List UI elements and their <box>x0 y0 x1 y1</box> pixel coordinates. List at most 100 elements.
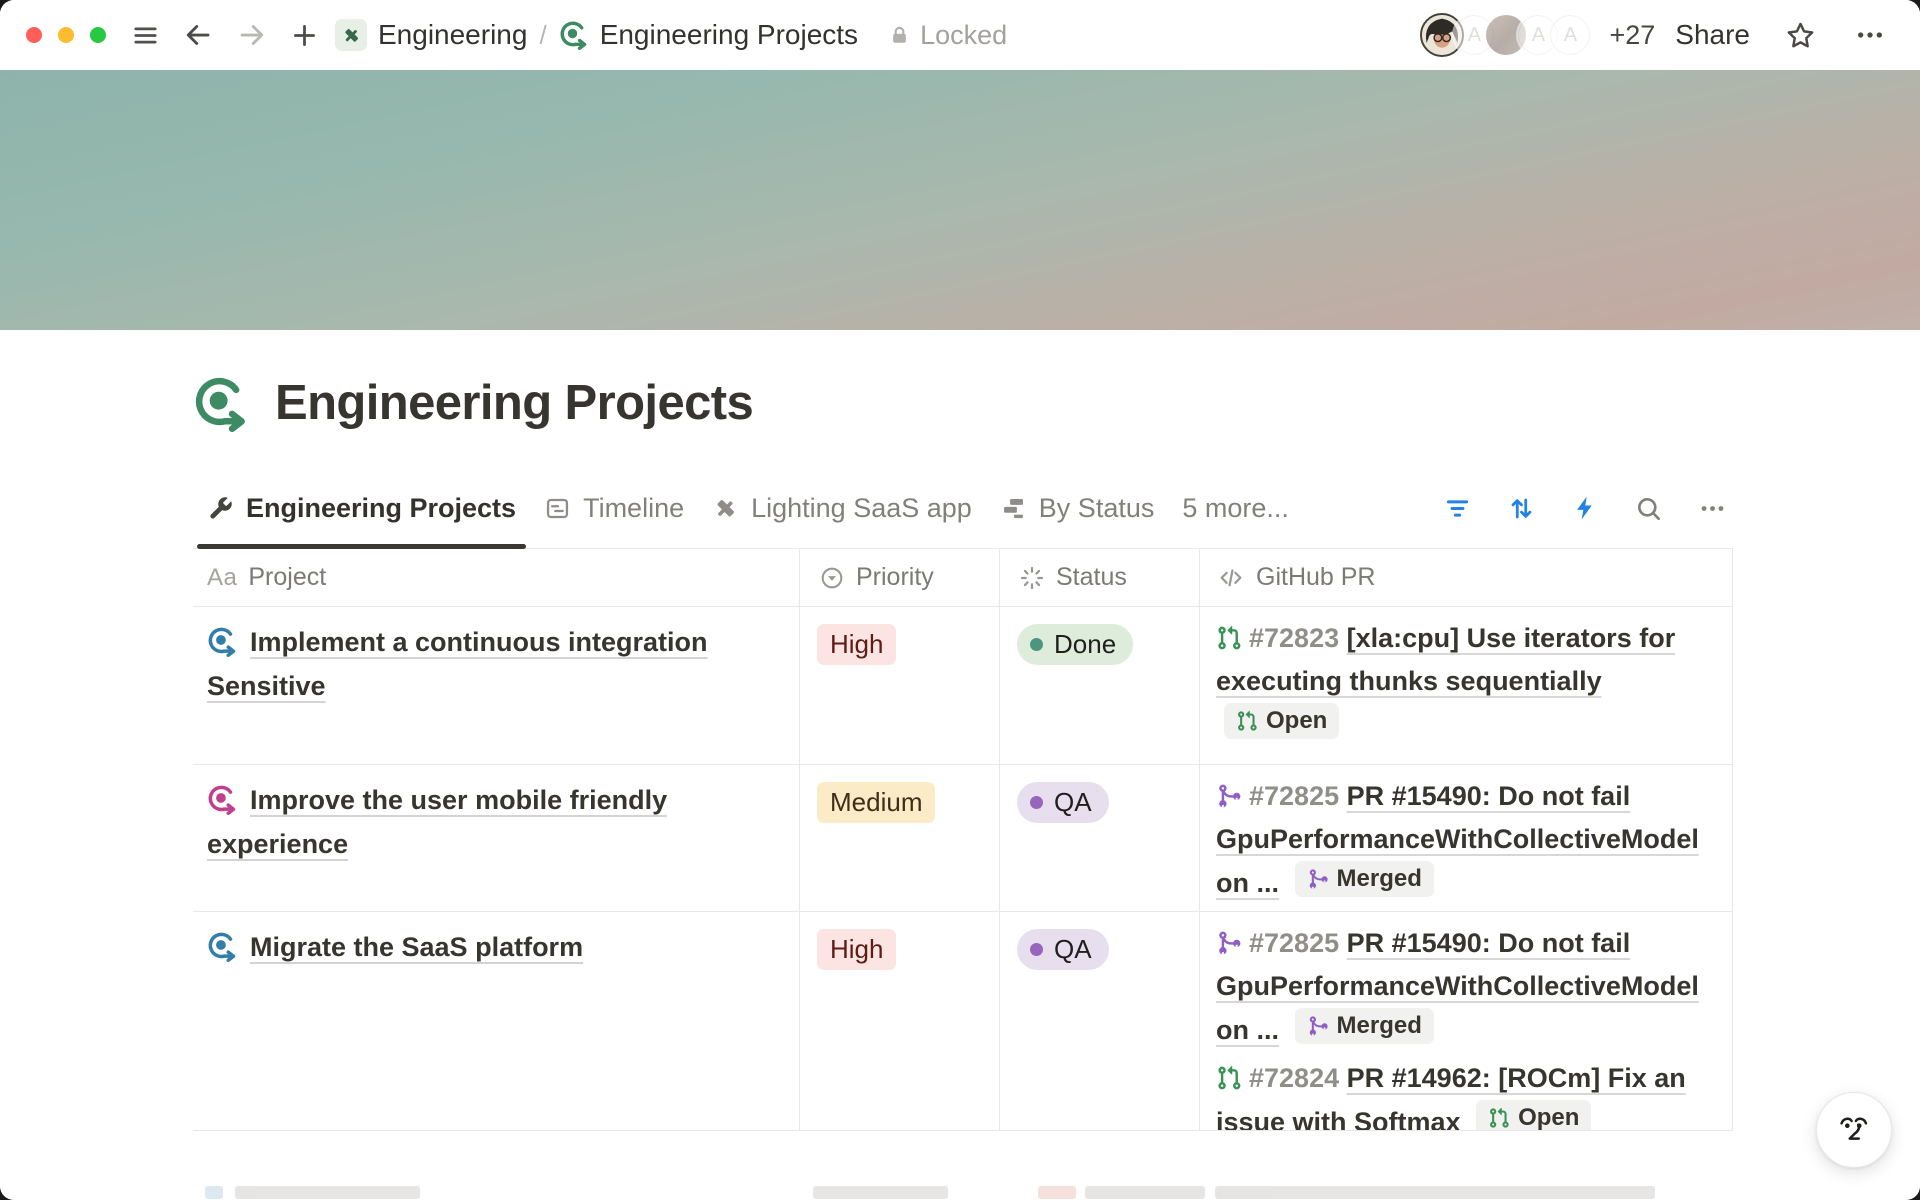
view-tabs: Engineering Projects Timeline Lighting S… <box>193 468 1733 549</box>
board-icon <box>1000 495 1027 522</box>
status-pill: QA <box>1017 782 1109 823</box>
pr-entry: #72824 PR #14962: [ROCm] Fix an issue wi… <box>1216 1057 1722 1131</box>
status-dot <box>1030 638 1043 651</box>
hammer-icon <box>712 495 739 522</box>
page-icon[interactable] <box>193 375 250 432</box>
priority-pill: Medium <box>817 782 935 823</box>
more-views-button[interactable]: 5 more... <box>1182 493 1289 524</box>
minimize-button[interactable] <box>58 27 74 43</box>
project-link[interactable]: Migrate the SaaS platform <box>250 932 583 962</box>
tab-lighting-saas-app[interactable]: Lighting SaaS app <box>698 468 986 548</box>
cell-status[interactable]: Done <box>1000 607 1200 764</box>
priority-pill: High <box>817 929 896 970</box>
tab-by-status[interactable]: By Status <box>986 468 1169 548</box>
pr-entry: #72823 [xla:cpu] Use iterators for execu… <box>1216 617 1722 747</box>
cell-project: Improve the user mobile friendly experie… <box>193 765 800 911</box>
search-icon[interactable] <box>1634 494 1663 523</box>
workspace-hammer-icon[interactable] <box>335 19 367 51</box>
ai-face-icon <box>1833 1109 1875 1151</box>
faded-next-row <box>193 1186 1733 1200</box>
view-actions <box>1443 494 1733 523</box>
fullscreen-button[interactable] <box>90 27 106 43</box>
sidebar-menu-icon[interactable] <box>131 21 160 50</box>
breadcrumb-separator: / <box>539 20 546 51</box>
forward-icon[interactable] <box>237 20 267 50</box>
avatar[interactable]: A <box>1548 13 1592 57</box>
breadcrumb-page[interactable]: Engineering Projects <box>600 19 858 51</box>
cell-github-pr: #72825 PR #15490: Do not fail GpuPerform… <box>1200 765 1733 911</box>
table-row: Improve the user mobile friendly experie… <box>193 764 1733 911</box>
cell-github-pr: #72825 PR #15490: Do not fail GpuPerform… <box>1200 912 1733 1130</box>
status-pill: Done <box>1017 624 1133 665</box>
avatar-overflow-count[interactable]: +27 <box>1609 20 1655 51</box>
git-merge-icon <box>1307 868 1329 890</box>
automations-zap-icon[interactable] <box>1571 494 1599 522</box>
page-mini-icon <box>559 20 589 50</box>
project-page-icon <box>207 626 238 657</box>
text-property-icon: Aa <box>207 564 237 592</box>
page-cover-image <box>0 70 1920 330</box>
page-title-row: Engineering Projects <box>193 374 1733 432</box>
pull-request-icon <box>1216 1065 1242 1091</box>
status-pill: QA <box>1017 929 1109 970</box>
pr-number: #72825 <box>1249 928 1339 958</box>
status-property-icon <box>1019 565 1045 591</box>
cell-project: Implement a continuous integration Sensi… <box>193 607 800 764</box>
close-button[interactable] <box>26 27 42 43</box>
cell-priority[interactable]: High <box>800 607 1000 764</box>
cell-github-pr: #72823 [xla:cpu] Use iterators for execu… <box>1200 607 1733 764</box>
code-property-icon <box>1217 564 1245 592</box>
status-dot <box>1030 943 1043 956</box>
wrench-icon <box>207 495 234 522</box>
pull-request-icon <box>1488 1107 1510 1129</box>
priority-pill: High <box>817 624 896 665</box>
pr-number: #72825 <box>1249 781 1339 811</box>
tab-engineering-projects[interactable]: Engineering Projects <box>193 468 530 548</box>
pr-number: #72823 <box>1249 623 1339 653</box>
locked-indicator[interactable]: Locked <box>888 20 1007 51</box>
app-window: Engineering / Engineering Projects Locke… <box>0 0 1920 1200</box>
project-page-icon <box>207 931 238 962</box>
favorite-star-icon[interactable] <box>1784 19 1817 52</box>
column-header-github-pr[interactable]: GitHub PR <box>1200 549 1733 606</box>
git-merge-icon <box>1216 930 1242 956</box>
pull-request-icon <box>1236 710 1258 732</box>
pr-number: #72824 <box>1249 1063 1339 1093</box>
tab-timeline[interactable]: Timeline <box>530 468 698 548</box>
column-header-project[interactable]: Aa Project <box>193 549 800 606</box>
pull-request-icon <box>1216 625 1242 651</box>
project-link[interactable]: Improve the user mobile friendly experie… <box>207 785 667 859</box>
status-dot <box>1030 796 1043 809</box>
notion-ai-button[interactable] <box>1816 1092 1892 1168</box>
traffic-lights <box>26 27 106 43</box>
filter-icon[interactable] <box>1443 494 1472 523</box>
cell-status[interactable]: QA <box>1000 765 1200 911</box>
select-property-icon <box>819 565 845 591</box>
cell-status[interactable]: QA <box>1000 912 1200 1130</box>
page-title[interactable]: Engineering Projects <box>275 375 753 431</box>
new-page-icon[interactable] <box>290 21 319 50</box>
cell-project: Migrate the SaaS platform <box>193 912 800 1130</box>
table-header: Aa Project Priority Status GitHub PR <box>193 549 1733 606</box>
cell-priority[interactable]: High <box>800 912 1000 1130</box>
pr-state-badge: Merged <box>1295 861 1434 897</box>
project-page-icon <box>207 784 238 815</box>
table-row: Migrate the SaaS platform High QA #72825… <box>193 911 1733 1131</box>
more-options-icon[interactable] <box>1854 19 1886 51</box>
lock-icon <box>888 24 911 47</box>
back-icon[interactable] <box>183 20 213 50</box>
sort-icon[interactable] <box>1507 494 1536 523</box>
presence-avatars[interactable]: A A A <box>1420 13 1592 57</box>
column-header-priority[interactable]: Priority <box>800 549 1000 606</box>
share-button[interactable]: Share <box>1675 19 1750 51</box>
breadcrumb-workspace[interactable]: Engineering <box>378 19 527 51</box>
view-more-icon[interactable] <box>1698 494 1727 523</box>
column-header-status[interactable]: Status <box>1000 549 1200 606</box>
table-row: Implement a continuous integration Sensi… <box>193 606 1733 764</box>
project-link[interactable]: Implement a continuous integration Sensi… <box>207 627 708 701</box>
git-merge-icon <box>1307 1015 1329 1037</box>
git-merge-icon <box>1216 783 1242 809</box>
cell-priority[interactable]: Medium <box>800 765 1000 911</box>
pr-state-badge: Open <box>1476 1100 1591 1131</box>
page-content: Engineering Projects Engineering Project… <box>193 330 1733 1131</box>
